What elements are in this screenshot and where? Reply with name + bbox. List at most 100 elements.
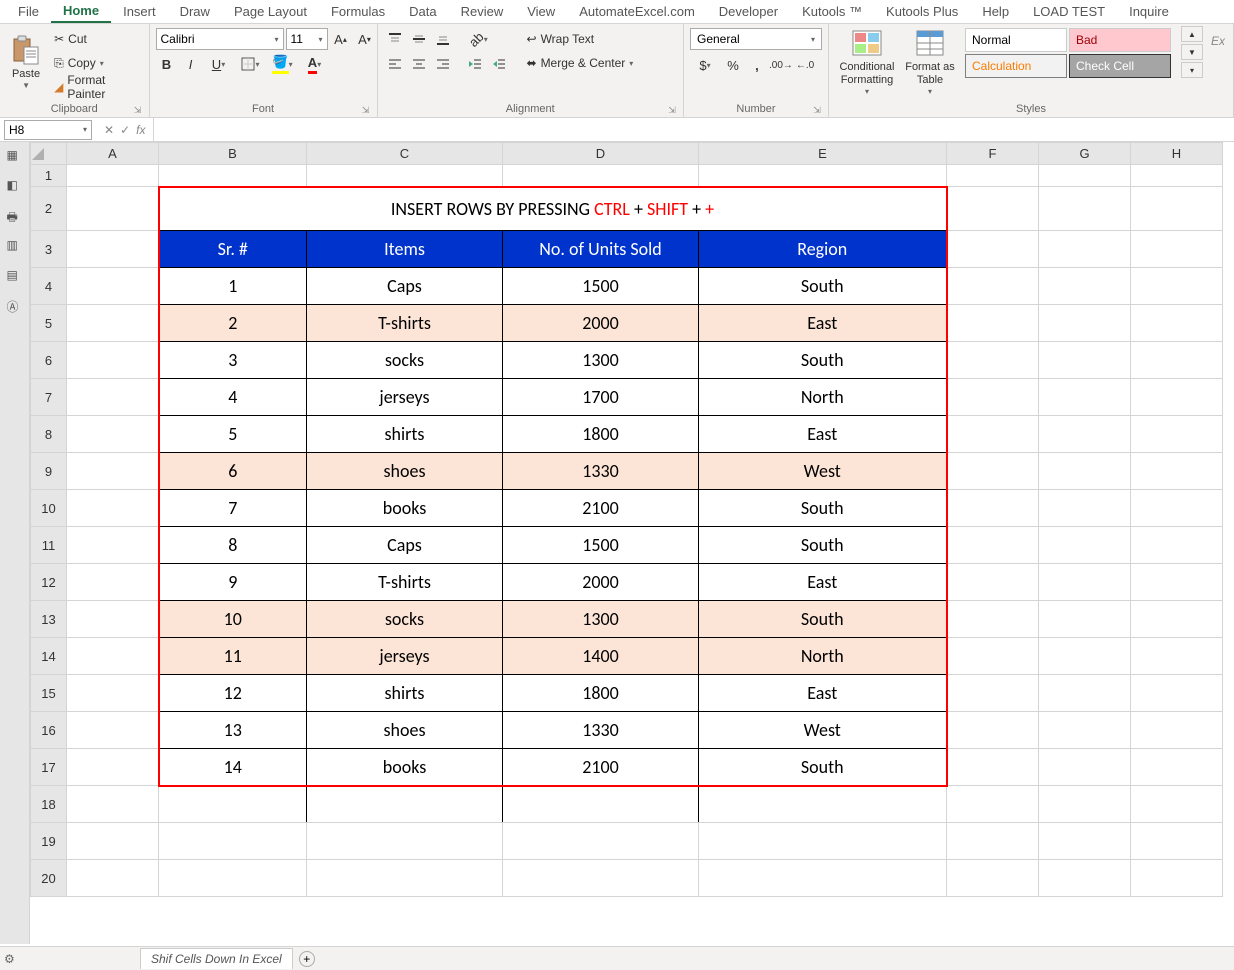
table-header[interactable]: No. of Units Sold [503, 231, 699, 268]
fill-color-button[interactable]: 🪣 ▾ [268, 53, 298, 75]
dialog-launcher-icon[interactable]: ⇲ [812, 105, 822, 115]
cell[interactable] [67, 786, 159, 823]
cell[interactable] [1039, 342, 1131, 379]
cell[interactable] [947, 675, 1039, 712]
merge-center-button[interactable]: ⬌ Merge & Center ▾ [523, 52, 638, 74]
data-cell[interactable]: West [699, 453, 947, 490]
data-cell[interactable]: 2100 [503, 749, 699, 786]
data-cell[interactable]: shirts [307, 416, 503, 453]
cell[interactable] [1131, 527, 1223, 564]
data-cell[interactable]: shirts [307, 675, 503, 712]
underline-button[interactable]: U ▾ [204, 53, 234, 75]
cell[interactable] [159, 823, 307, 860]
styles-scroll-up[interactable]: ▲ [1181, 26, 1203, 42]
cell[interactable] [1039, 823, 1131, 860]
increase-font-button[interactable]: A▴ [330, 28, 352, 50]
col-header[interactable]: G [1039, 143, 1131, 165]
cell[interactable] [503, 823, 699, 860]
cell[interactable] [1131, 601, 1223, 638]
cell[interactable] [1039, 231, 1131, 268]
ribbon-tab-insert[interactable]: Insert [111, 1, 168, 22]
data-cell[interactable]: South [699, 527, 947, 564]
copy-button[interactable]: ⎘ Copy ▾ [50, 52, 142, 74]
side-icon-5[interactable]: ▤ [7, 268, 23, 284]
cell[interactable] [1131, 305, 1223, 342]
ribbon-tab-formulas[interactable]: Formulas [319, 1, 397, 22]
data-cell[interactable]: 1800 [503, 675, 699, 712]
font-name-select[interactable]: Calibri▾ [156, 28, 284, 50]
row-header[interactable]: 20 [31, 860, 67, 897]
new-sheet-button[interactable]: + [299, 951, 315, 967]
decrease-font-button[interactable]: A▾ [354, 28, 376, 50]
data-cell[interactable]: North [699, 638, 947, 675]
cell[interactable] [947, 165, 1039, 187]
data-cell[interactable]: T-shirts [307, 564, 503, 601]
row-header[interactable]: 6 [31, 342, 67, 379]
cell[interactable] [67, 416, 159, 453]
cell[interactable] [1039, 165, 1131, 187]
data-cell[interactable]: 9 [159, 564, 307, 601]
side-icon-2[interactable]: ◧ [7, 178, 23, 194]
data-cell[interactable]: 1300 [503, 342, 699, 379]
cell[interactable] [67, 231, 159, 268]
dialog-launcher-icon[interactable]: ⇲ [133, 105, 143, 115]
cancel-icon[interactable]: ✕ [104, 123, 114, 137]
data-cell[interactable]: socks [307, 342, 503, 379]
cell[interactable] [67, 379, 159, 416]
ribbon-tab-draw[interactable]: Draw [168, 1, 222, 22]
data-cell[interactable]: 1400 [503, 638, 699, 675]
cell[interactable] [67, 490, 159, 527]
data-cell[interactable]: South [699, 342, 947, 379]
increase-indent-button[interactable] [488, 53, 510, 75]
cell[interactable] [947, 712, 1039, 749]
data-cell[interactable]: shoes [307, 453, 503, 490]
ribbon-tab-view[interactable]: View [515, 1, 567, 22]
cell[interactable] [1131, 268, 1223, 305]
data-cell[interactable]: South [699, 490, 947, 527]
cell[interactable] [67, 305, 159, 342]
cell[interactable] [947, 453, 1039, 490]
wrap-text-button[interactable]: ↩ Wrap Text [523, 28, 638, 50]
format-as-table-button[interactable]: Format as Table▾ [901, 26, 959, 98]
cell[interactable] [67, 268, 159, 305]
cell[interactable] [67, 527, 159, 564]
data-cell[interactable]: socks [307, 601, 503, 638]
cell[interactable] [1131, 187, 1223, 231]
ribbon-tab-load-test[interactable]: LOAD TEST [1021, 1, 1117, 22]
ribbon-tab-review[interactable]: Review [449, 1, 516, 22]
cell[interactable] [947, 860, 1039, 897]
data-cell[interactable]: 2100 [503, 490, 699, 527]
cell[interactable] [947, 527, 1039, 564]
cell[interactable] [159, 786, 307, 823]
cell[interactable] [1131, 453, 1223, 490]
cell[interactable] [1039, 453, 1131, 490]
dialog-launcher-icon[interactable]: ⇲ [361, 105, 371, 115]
cell[interactable] [67, 638, 159, 675]
side-icon-1[interactable]: ▦ [7, 148, 23, 164]
bold-button[interactable]: B [156, 53, 178, 75]
data-cell[interactable]: North [699, 379, 947, 416]
format-painter-button[interactable]: ◢ Format Painter [50, 76, 142, 98]
data-cell[interactable]: 7 [159, 490, 307, 527]
borders-button[interactable]: ▾ [236, 53, 266, 75]
paste-button[interactable]: Paste ▼ [4, 26, 48, 98]
side-icon-3[interactable]: 🖶 [7, 208, 23, 224]
cell[interactable] [307, 860, 503, 897]
data-cell[interactable]: 14 [159, 749, 307, 786]
cell[interactable] [67, 187, 159, 231]
cell[interactable] [67, 675, 159, 712]
cell[interactable] [503, 165, 699, 187]
number-format-select[interactable]: General▾ [690, 28, 822, 50]
cell[interactable] [67, 823, 159, 860]
side-icon-6[interactable]: Ⓐ [7, 298, 23, 314]
cell[interactable] [159, 165, 307, 187]
row-header[interactable]: 2 [31, 187, 67, 231]
cell[interactable] [947, 268, 1039, 305]
styles-more[interactable]: ▾ [1181, 62, 1203, 78]
cell[interactable] [699, 860, 947, 897]
cell[interactable] [947, 187, 1039, 231]
cell[interactable] [1131, 165, 1223, 187]
ribbon-tab-help[interactable]: Help [970, 1, 1021, 22]
settings-gear-icon[interactable]: ⚙ [4, 952, 15, 966]
data-cell[interactable]: Caps [307, 527, 503, 564]
